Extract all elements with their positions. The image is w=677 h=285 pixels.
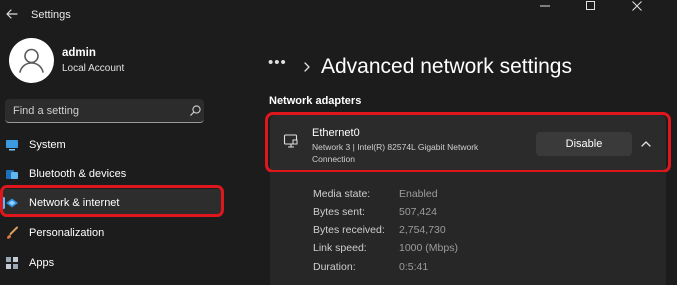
detail-value: 507,424 xyxy=(399,206,437,218)
page-title: Advanced network settings xyxy=(321,55,572,78)
adapter-details: Media state: Enabled Bytes sent: 507,424… xyxy=(270,172,666,285)
sidebar-item-apps[interactable]: Apps xyxy=(1,249,223,277)
user-name: admin xyxy=(62,47,96,59)
minimize-button[interactable] xyxy=(539,0,585,30)
sidebar-item-label: Personalization xyxy=(29,227,105,239)
detail-key: Media state: xyxy=(313,188,371,200)
bluetooth-devices-icon xyxy=(5,167,19,181)
search-icon[interactable] xyxy=(189,104,202,122)
account-type: Local Account xyxy=(62,63,125,74)
back-arrow-icon[interactable] xyxy=(4,6,20,22)
detail-key: Duration: xyxy=(313,261,356,273)
detail-key: Link speed: xyxy=(313,242,367,254)
title-bar: Settings xyxy=(0,0,677,30)
chevron-right-icon xyxy=(302,60,312,78)
sidebar-item-label: Bluetooth & devices xyxy=(29,168,127,180)
highlight-outline-adapter xyxy=(265,112,671,173)
apps-grid-icon xyxy=(5,256,19,270)
search-input[interactable] xyxy=(13,103,183,119)
app-title: Settings xyxy=(31,9,71,21)
detail-value: 0:5:41 xyxy=(399,261,429,273)
detail-value: 1000 (Mbps) xyxy=(399,242,458,254)
detail-value: Enabled xyxy=(399,188,438,200)
monitor-icon xyxy=(5,138,19,152)
highlight-outline-network xyxy=(0,185,224,217)
sidebar-item-label: Apps xyxy=(29,257,55,269)
detail-value: 2,754,730 xyxy=(399,224,446,236)
close-button[interactable] xyxy=(631,0,677,30)
maximize-button[interactable] xyxy=(585,0,631,30)
detail-key: Bytes received: xyxy=(313,224,385,236)
search-box[interactable] xyxy=(5,99,204,123)
sidebar-item-bluetooth-devices[interactable]: Bluetooth & devices xyxy=(1,160,223,188)
brush-icon xyxy=(5,226,19,240)
user-silhouette-icon xyxy=(9,48,54,83)
breadcrumb-more-icon[interactable]: ••• xyxy=(268,54,287,71)
sidebar-item-personalization[interactable]: Personalization xyxy=(1,219,223,247)
avatar[interactable] xyxy=(9,38,54,83)
sidebar-item-label: System xyxy=(29,139,66,151)
sidebar-item-system[interactable]: System xyxy=(1,131,223,159)
section-heading: Network adapters xyxy=(269,95,362,107)
detail-key: Bytes sent: xyxy=(313,206,365,218)
